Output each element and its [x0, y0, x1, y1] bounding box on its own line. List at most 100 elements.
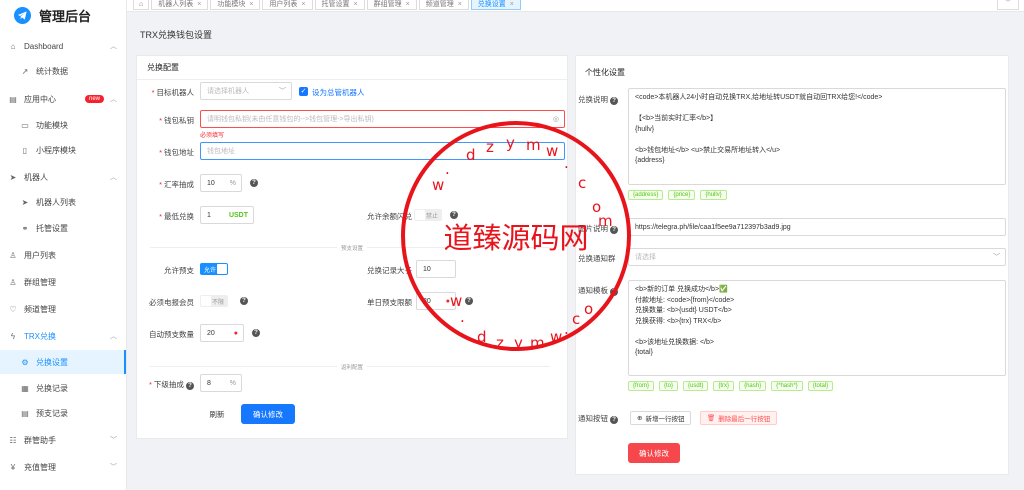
tab-exchange-settings[interactable]: 兑换设置 ×	[470, 0, 521, 10]
template-label: 通知模板 ?	[578, 285, 626, 296]
image-url-input[interactable]: https://telegra.ph/file/caa1f5ee9a712397…	[628, 218, 1006, 236]
rate-label: * 汇率抽成	[159, 180, 194, 189]
sidebar-item-channels[interactable]: ♡ 频道管理	[0, 297, 126, 321]
sidebar-item-recharge[interactable]: ¥ 充值管理 ﹀	[0, 455, 126, 479]
sidebar-item-groups[interactable]: ♙ 群组管理	[0, 270, 126, 294]
app-title: 管理后台	[39, 8, 92, 24]
close-icon[interactable]: ×	[249, 1, 253, 9]
gear-icon: ⚙	[21, 357, 29, 367]
rate-input[interactable]: 10%	[200, 174, 242, 192]
sidebar-item-modules[interactable]: ▭ 功能模块	[0, 113, 126, 137]
sidebar-item-miniapp[interactable]: ▯ 小程序模块	[0, 138, 126, 162]
wallet-addr-input[interactable]: 钱包地址	[200, 142, 565, 160]
single-limit-input[interactable]: 30 ●	[416, 292, 456, 310]
distribution-divider-text: 返利配置	[337, 363, 368, 371]
tab-modules[interactable]: 功能模块 ×	[210, 0, 261, 10]
sidebar-item-bots[interactable]: ➤ 机器人 ︿	[0, 165, 126, 189]
close-icon[interactable]: ×	[406, 1, 410, 9]
flash-icon: ϟ	[10, 331, 16, 341]
notify-group-select[interactable]: 请选择 ﹀	[628, 248, 1006, 266]
auto-count-input[interactable]: 20 ●	[200, 324, 244, 342]
help-icon: ?	[186, 382, 194, 390]
template-textarea[interactable]: <b>新的订单 兑换成功</b>✅ 付款地址: <code>{from}</co…	[628, 280, 1006, 376]
exchange-submit-button[interactable]: 确认修改	[241, 404, 295, 424]
chevron-up-icon: ︿	[110, 96, 117, 103]
app-icon: ▤	[9, 94, 17, 104]
sidebar-item-group-assistant[interactable]: ☷ 群管助手 ﹀	[0, 428, 126, 452]
sidebar-item-exchange-records[interactable]: ▦ 兑换记录	[0, 376, 126, 400]
sidebar-item-exchange-settings[interactable]: ⚙ 兑换设置	[0, 350, 126, 374]
sidebar-item-trx[interactable]: ϟ TRX兑换 ︿	[0, 324, 126, 348]
close-icon[interactable]: ×	[197, 1, 201, 9]
tag-chip[interactable]: {hullv}	[700, 190, 727, 200]
add-row-button[interactable]: ⊕ 新增一行按钮	[630, 411, 692, 425]
set-total-checkbox[interactable]: ✓	[299, 87, 308, 96]
chevron-down-icon: ﹀	[110, 464, 117, 471]
close-icon[interactable]: ×	[301, 1, 305, 9]
close-icon[interactable]: ×	[510, 1, 514, 9]
must-member-toggle[interactable]: 不限	[200, 295, 228, 307]
chevron-up-icon: ︿	[110, 43, 117, 50]
help-icon: ?	[610, 288, 619, 296]
close-icon[interactable]: ×	[354, 1, 358, 9]
tag-chip[interactable]: {trx}	[713, 381, 735, 391]
assistant-icon: ☷	[9, 435, 17, 445]
help-icon[interactable]: ?	[450, 211, 458, 219]
tag-chip[interactable]: {from}	[628, 381, 655, 391]
app-logo[interactable]: 管理后台	[0, 0, 126, 30]
allow-flash-label: 允许余额闪兑	[367, 212, 412, 221]
tag-chip[interactable]: {total}	[807, 381, 834, 391]
sidebar-item-hosting[interactable]: ⚭ 托管设置	[0, 216, 126, 240]
wallet-key-input[interactable]: 请明钱包私钥(未由任意钱包的-->钱包管理->导出私钥) ◎	[200, 110, 565, 128]
chevron-down-icon: ﹀	[993, 254, 1000, 261]
help-icon[interactable]: ?	[465, 297, 473, 305]
min-input[interactable]: 1 USDT	[200, 206, 254, 224]
help-icon[interactable]: ?	[240, 297, 248, 305]
tag-chip[interactable]: {to}	[659, 381, 679, 391]
eye-icon[interactable]: ◎	[553, 115, 559, 123]
close-icon[interactable]: ×	[458, 1, 462, 9]
help-icon: ?	[610, 416, 619, 424]
tab-bot-list[interactable]: 机器人列表 ×	[151, 0, 209, 10]
target-bot-select[interactable]: 请选择机器人 ﹀	[200, 82, 292, 100]
help-icon: ?	[610, 97, 619, 105]
tag-chip[interactable]: {price}	[668, 190, 696, 200]
trash-icon: 🗑	[707, 415, 716, 422]
record-max-label: 兑换记录大于	[367, 266, 412, 275]
desc-textarea[interactable]: <code>本机器人24小时自动兑换TRX,给地址转USDT就自动回TRX给您!…	[628, 88, 1006, 185]
tab-channels[interactable]: 频道管理 ×	[418, 0, 469, 10]
clear-icon[interactable]: ●	[234, 330, 238, 337]
allow-flash-toggle[interactable]: 禁止	[414, 209, 442, 221]
help-icon[interactable]: ?	[252, 329, 260, 337]
reset-button[interactable]: 刷新	[200, 404, 234, 424]
sidebar-item-dashboard[interactable]: ⌂ Dashboard ︿	[0, 34, 126, 58]
delete-row-button[interactable]: 🗑 删除最后一行按钮	[700, 411, 778, 425]
tab-users[interactable]: 用户列表 ×	[262, 0, 313, 10]
sidebar: 管理后台 ⌂ Dashboard ︿ ↗ 统计数据 ▤ 应用中心 new ︿ ▭ 功能模块 ▯…	[0, 0, 127, 490]
tag-chip[interactable]: {*hash*}	[771, 381, 803, 391]
link-icon: ⚭	[21, 223, 29, 233]
tab-menu-button[interactable]: ﹀	[997, 0, 1019, 10]
buttons-label: 通知按钮 ?	[578, 413, 626, 424]
clear-icon[interactable]: ●	[446, 298, 450, 305]
chevron-down-icon: ﹀	[279, 88, 286, 95]
tag-chip[interactable]: {usdt}	[683, 381, 709, 391]
trend-icon: ↗	[21, 66, 29, 76]
sub-rate-input[interactable]: 8%	[200, 374, 242, 392]
tag-chip[interactable]: {hash}	[739, 381, 767, 391]
tab-groups[interactable]: 群组管理 ×	[366, 0, 417, 10]
sidebar-item-advance-records[interactable]: ▤ 预支记录	[0, 401, 126, 425]
desc-tags: {address} {price} {hullv}	[628, 190, 727, 200]
sidebar-item-stats[interactable]: ↗ 统计数据	[0, 59, 126, 83]
allow-advance-toggle[interactable]: 允许	[200, 263, 228, 275]
sidebar-item-bot-list[interactable]: ➤ 机器人列表	[0, 190, 126, 214]
tab-hosting[interactable]: 托管设置 ×	[314, 0, 365, 10]
custom-submit-button[interactable]: 确认修改	[628, 443, 680, 463]
help-icon[interactable]: ?	[250, 179, 258, 187]
tab-home[interactable]: ⌂	[133, 0, 150, 10]
record-max-input[interactable]: 10	[416, 260, 456, 278]
sidebar-item-users[interactable]: ♙ 用户列表	[0, 243, 126, 267]
sidebar-item-app-center[interactable]: ▤ 应用中心 new ︿	[0, 87, 126, 111]
auto-count-label: 自动预支数量	[149, 330, 194, 339]
tag-chip[interactable]: {address}	[628, 190, 664, 200]
